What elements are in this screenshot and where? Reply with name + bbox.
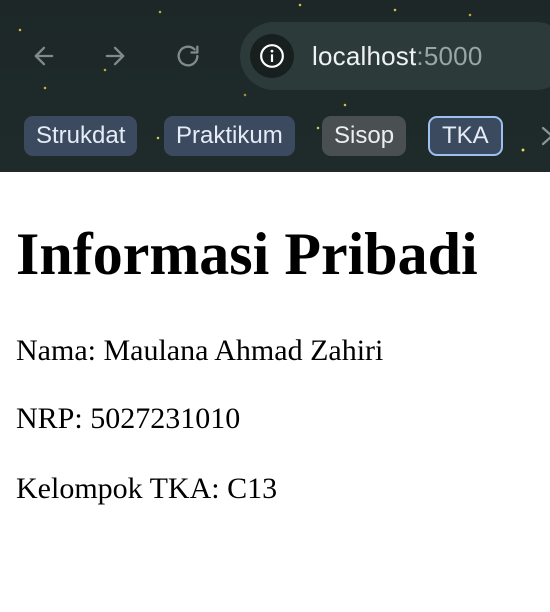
bookmark-praktikum[interactable]: Praktikum [164, 116, 295, 156]
address-bar[interactable]: localhost:5000 [240, 22, 550, 90]
page-title: Informasi Pribadi [16, 221, 478, 287]
url-port: :5000 [416, 40, 483, 71]
back-button[interactable] [24, 36, 64, 76]
arrow-right-icon [105, 46, 125, 66]
nrp-line: NRP: 5027231010 [16, 402, 241, 435]
url-text[interactable]: localhost:5000 [312, 41, 483, 72]
chevron-right-icon[interactable] [538, 120, 550, 152]
bookmark-strukdat[interactable]: Strukdat [24, 116, 138, 156]
bookmark-tka[interactable]: TKA [428, 116, 503, 156]
url-host: localhost [312, 40, 417, 71]
bookmarks-bar: Strukdat Praktikum Sisop TKA [24, 116, 550, 156]
forward-button[interactable] [95, 36, 135, 76]
reload-button[interactable] [168, 36, 208, 76]
bookmark-sisop[interactable]: Sisop [322, 116, 407, 156]
site-info-button[interactable] [250, 34, 294, 78]
name-line: Nama: Maulana Ahmad Zahiri [16, 334, 384, 367]
page-content: Informasi Pribadi Nama: Maulana Ahmad Za… [0, 172, 550, 612]
info-icon [260, 44, 284, 68]
group-line: Kelompok TKA: C13 [16, 472, 278, 505]
browser-chrome: localhost:5000 Strukdat Praktikum Sisop … [0, 0, 550, 172]
arrow-left-icon [34, 46, 54, 66]
reload-icon [177, 45, 199, 67]
